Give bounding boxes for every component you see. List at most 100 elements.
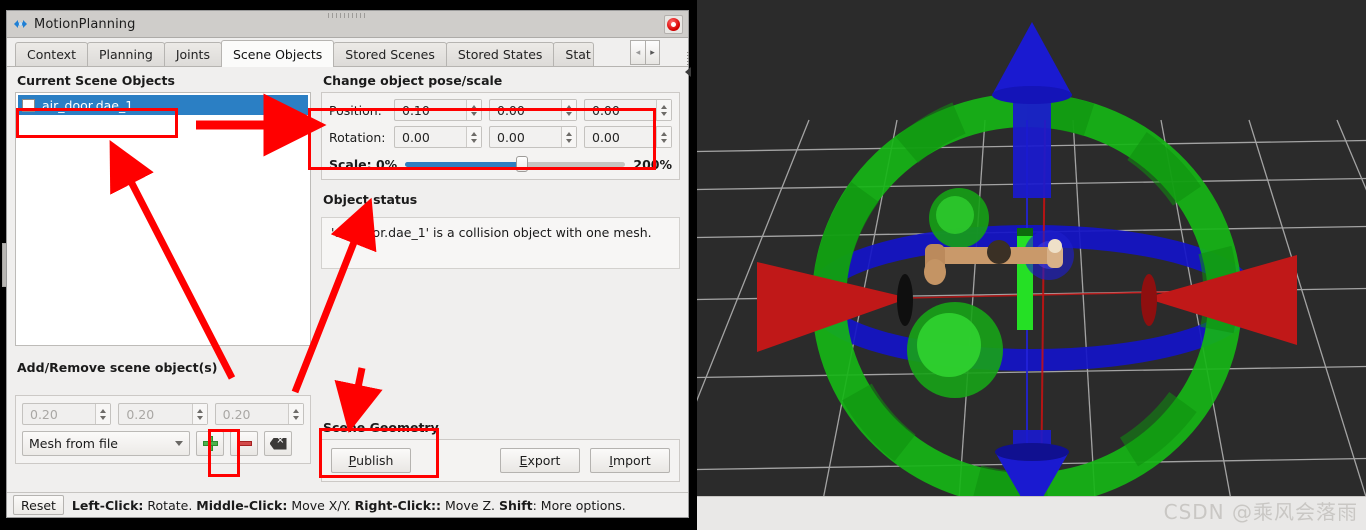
position-label: Position: bbox=[329, 102, 382, 118]
tab-scroll-left-icon[interactable]: ◂ bbox=[630, 40, 645, 65]
scene-geometry-group: Publish Export Import bbox=[321, 439, 680, 482]
hint-act-1: Move X/Y. bbox=[287, 497, 355, 513]
scale-slider[interactable] bbox=[405, 156, 626, 172]
tab-scene-objects[interactable]: Scene Objects bbox=[220, 40, 335, 67]
tab-status[interactable]: Stat bbox=[553, 42, 594, 66]
tab-planning[interactable]: Planning bbox=[86, 42, 165, 66]
hint-act-2: Move Z. bbox=[441, 497, 500, 513]
motionplanning-dock: MotionPlanning Context Planning Joints S… bbox=[0, 0, 697, 530]
position-x-arrows[interactable] bbox=[466, 100, 481, 120]
mouse-hint-text: Left-Click: Rotate. Middle-Click: Move X… bbox=[72, 498, 626, 513]
hint-act-3: : More options. bbox=[532, 497, 626, 513]
import-button[interactable]: Import bbox=[590, 448, 670, 473]
rotation-y-value: 0.00 bbox=[592, 129, 620, 145]
dimension-x-value: 0.20 bbox=[30, 406, 58, 422]
scale-max-label: 200% bbox=[633, 156, 672, 172]
rotation-p-value: 0.00 bbox=[497, 129, 525, 145]
clear-scene-button[interactable] bbox=[264, 431, 292, 456]
rotation-r-arrows[interactable] bbox=[466, 127, 481, 147]
minus-icon bbox=[236, 441, 252, 446]
tab-scroll-right-icon[interactable]: ▸ bbox=[645, 40, 660, 65]
add-remove-label: Add/Remove scene object(s) bbox=[17, 360, 218, 375]
reset-button[interactable]: Reset bbox=[13, 495, 64, 515]
export-button-label: xport bbox=[527, 453, 561, 468]
right-column: Change object pose/scale Position: 0.10 … bbox=[321, 73, 680, 492]
position-z-value: 0.00 bbox=[592, 102, 620, 118]
scene-objects-tab-content: Current Scene Objects air_door.dae_1 Add… bbox=[7, 67, 688, 492]
add-remove-group: 0.20 0.20 0.20 Mesh from file × bbox=[15, 395, 311, 464]
viewport-scene bbox=[697, 0, 1366, 530]
hint-key-0: Left-Click: bbox=[71, 497, 144, 513]
position-x-value: 0.10 bbox=[402, 102, 430, 118]
hint-key-1: Middle-Click: bbox=[196, 497, 288, 513]
dimension-z-stepper[interactable]: 0.20 bbox=[214, 403, 304, 425]
export-button[interactable]: Export bbox=[500, 448, 580, 473]
rviz-icon bbox=[13, 16, 29, 32]
scale-min-label: Scale: 0% bbox=[329, 156, 398, 172]
rviz-3d-viewport[interactable]: CSDN @乘风会落雨 bbox=[697, 0, 1366, 530]
scale-slider-fill bbox=[405, 161, 522, 167]
tab-scroll-buttons[interactable]: ◂ ▸ bbox=[630, 40, 660, 65]
dimension-y-value: 0.20 bbox=[126, 406, 155, 422]
object-dimension-fields: 0.20 0.20 0.20 bbox=[22, 403, 304, 425]
dimension-z-arrows[interactable] bbox=[287, 404, 303, 424]
import-button-label: mport bbox=[612, 453, 651, 468]
rotation-r-stepper[interactable]: 0.00 bbox=[394, 126, 482, 148]
tab-joints[interactable]: Joints bbox=[163, 42, 222, 66]
position-row: Position: 0.10 0.00 0.00 bbox=[329, 99, 672, 121]
chevron-down-icon bbox=[175, 441, 183, 446]
position-x-stepper[interactable]: 0.10 bbox=[394, 99, 482, 121]
pose-scale-group: Position: 0.10 0.00 0.00 Rotation: 0.00 … bbox=[321, 92, 680, 180]
hint-act-0: Rotate. bbox=[143, 497, 197, 513]
dimension-y-arrows[interactable] bbox=[191, 404, 207, 424]
tab-stored-scenes[interactable]: Stored Scenes bbox=[333, 42, 447, 66]
left-column: Current Scene Objects air_door.dae_1 Add… bbox=[15, 73, 311, 492]
change-object-pose-label: Change object pose/scale bbox=[323, 73, 503, 88]
panel-title: MotionPlanning bbox=[34, 16, 136, 32]
shape-type-value: Mesh from file bbox=[29, 436, 118, 451]
rotation-p-arrows[interactable] bbox=[561, 127, 576, 147]
dimension-x-stepper[interactable]: 0.20 bbox=[22, 403, 112, 425]
scale-row: Scale: 0% 200% bbox=[329, 156, 672, 172]
current-scene-objects-label: Current Scene Objects bbox=[17, 73, 175, 88]
statusbar: Reset Left-Click: Rotate. Middle-Click: … bbox=[7, 492, 688, 517]
dimension-y-stepper[interactable]: 0.20 bbox=[118, 403, 208, 425]
panel-titlebar[interactable]: MotionPlanning bbox=[7, 11, 688, 38]
rotation-p-stepper[interactable]: 0.00 bbox=[489, 126, 577, 148]
tab-context[interactable]: Context bbox=[15, 42, 88, 66]
hint-key-3: Shift bbox=[499, 497, 533, 513]
tab-stored-states[interactable]: Stored States bbox=[445, 42, 555, 66]
dimension-z-value: 0.20 bbox=[222, 406, 251, 422]
position-y-value: 0.00 bbox=[497, 102, 525, 118]
close-icon[interactable] bbox=[664, 15, 683, 34]
position-z-stepper[interactable]: 0.00 bbox=[584, 99, 672, 121]
shape-type-select[interactable]: Mesh from file bbox=[22, 431, 190, 456]
position-y-arrows[interactable] bbox=[561, 100, 576, 120]
publish-button[interactable]: Publish bbox=[331, 448, 411, 473]
position-y-stepper[interactable]: 0.00 bbox=[489, 99, 577, 121]
motionplanning-panel: MotionPlanning Context Planning Joints S… bbox=[6, 10, 689, 518]
scene-objects-list[interactable]: air_door.dae_1 bbox=[15, 92, 311, 346]
grip-dots-icon bbox=[687, 52, 689, 66]
backspace-icon bbox=[269, 437, 287, 450]
rotation-r-value: 0.00 bbox=[402, 129, 430, 145]
plus-icon bbox=[202, 436, 218, 451]
add-object-button[interactable] bbox=[196, 431, 224, 456]
dimension-x-arrows[interactable] bbox=[95, 404, 111, 424]
remove-object-button[interactable] bbox=[230, 431, 258, 456]
scene-geometry-label: Scene Geometry bbox=[323, 420, 439, 435]
shape-controls-row: Mesh from file bbox=[22, 431, 304, 456]
object-status-text: 'air_door.dae_1' is a collision object w… bbox=[321, 217, 680, 269]
list-item-checkbox[interactable] bbox=[22, 98, 35, 112]
scale-slider-handle[interactable] bbox=[515, 156, 528, 172]
rotation-row: Rotation: 0.00 0.00 0.00 bbox=[329, 126, 672, 148]
panel-tabbar[interactable]: Context Planning Joints Scene Objects St… bbox=[7, 38, 688, 67]
rotation-label: Rotation: bbox=[329, 129, 386, 145]
drag-grip-icon[interactable] bbox=[327, 13, 368, 18]
hint-key-2: Right-Click:: bbox=[354, 497, 442, 513]
rotation-y-stepper[interactable]: 0.00 bbox=[584, 126, 672, 148]
position-z-arrows[interactable] bbox=[656, 100, 671, 120]
panel-collapse-button[interactable] bbox=[681, 48, 695, 88]
list-item[interactable]: air_door.dae_1 bbox=[18, 95, 308, 115]
rotation-y-arrows[interactable] bbox=[656, 127, 671, 147]
